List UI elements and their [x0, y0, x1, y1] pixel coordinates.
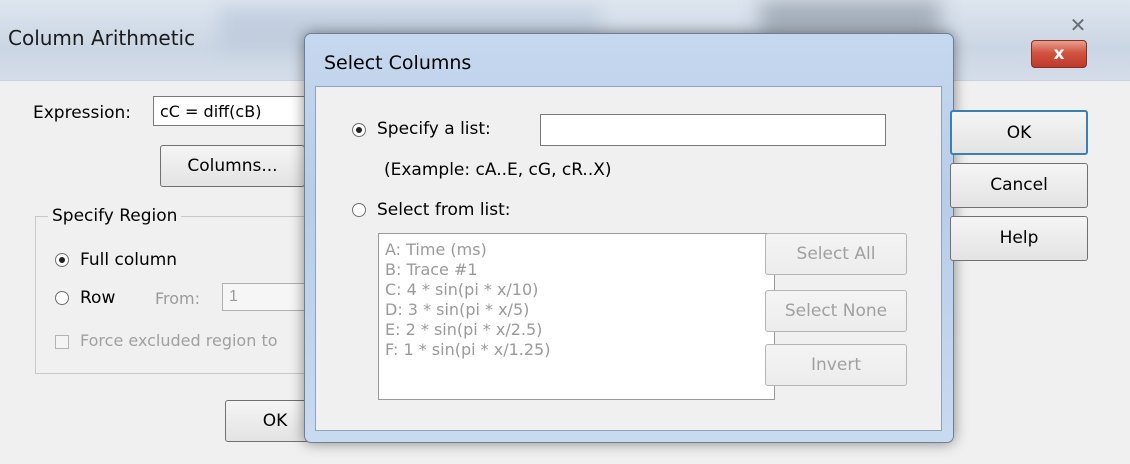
cancel-button[interactable]: Cancel [950, 163, 1088, 208]
select-from-list-label[interactable]: Select from list: [377, 200, 511, 220]
titlebar-glass-effect [760, 0, 940, 36]
list-item[interactable]: C: 4 * sin(pi * x/10) [385, 280, 768, 300]
from-label: From: [155, 289, 201, 308]
select-all-button[interactable]: Select All [765, 233, 907, 275]
specify-list-label[interactable]: Specify a list: [377, 119, 491, 139]
specify-list-input[interactable] [540, 114, 886, 146]
help-button[interactable]: Help [950, 216, 1088, 261]
full-column-radio[interactable] [55, 253, 69, 267]
columns-button[interactable]: Columns... [160, 145, 305, 187]
list-item[interactable]: F: 1 * sin(pi * x/1.25) [385, 340, 768, 360]
list-item[interactable]: A: Time (ms) [385, 240, 768, 260]
column-listbox[interactable]: A: Time (ms) B: Trace #1 C: 4 * sin(pi *… [378, 233, 775, 400]
close-icon[interactable]: ✕ [1060, 14, 1096, 36]
specify-region-legend: Specify Region [48, 206, 182, 226]
force-excluded-checkbox [55, 335, 69, 349]
invert-button[interactable]: Invert [765, 344, 907, 386]
specify-list-radio[interactable] [352, 123, 366, 137]
close-icon: x [1053, 44, 1065, 64]
ok-button[interactable]: OK [950, 110, 1088, 155]
close-button[interactable]: x [1031, 40, 1087, 68]
example-hint: (Example: cA..E, cG, cR..X) [384, 160, 612, 180]
select-columns-title: Select Columns [324, 52, 472, 74]
list-item[interactable]: D: 3 * sin(pi * x/5) [385, 300, 768, 320]
select-none-button[interactable]: Select None [765, 290, 907, 332]
row-radio[interactable] [55, 291, 69, 305]
list-item[interactable]: B: Trace #1 [385, 260, 768, 280]
row-label[interactable]: Row [80, 288, 115, 308]
force-excluded-label: Force excluded region to [80, 331, 278, 350]
column-arithmetic-title: Column Arithmetic [8, 26, 196, 50]
expression-label: Expression: [33, 103, 132, 123]
full-column-label[interactable]: Full column [80, 250, 177, 270]
list-item[interactable]: E: 2 * sin(pi * x/2.5) [385, 320, 768, 340]
select-from-list-radio[interactable] [352, 203, 366, 217]
